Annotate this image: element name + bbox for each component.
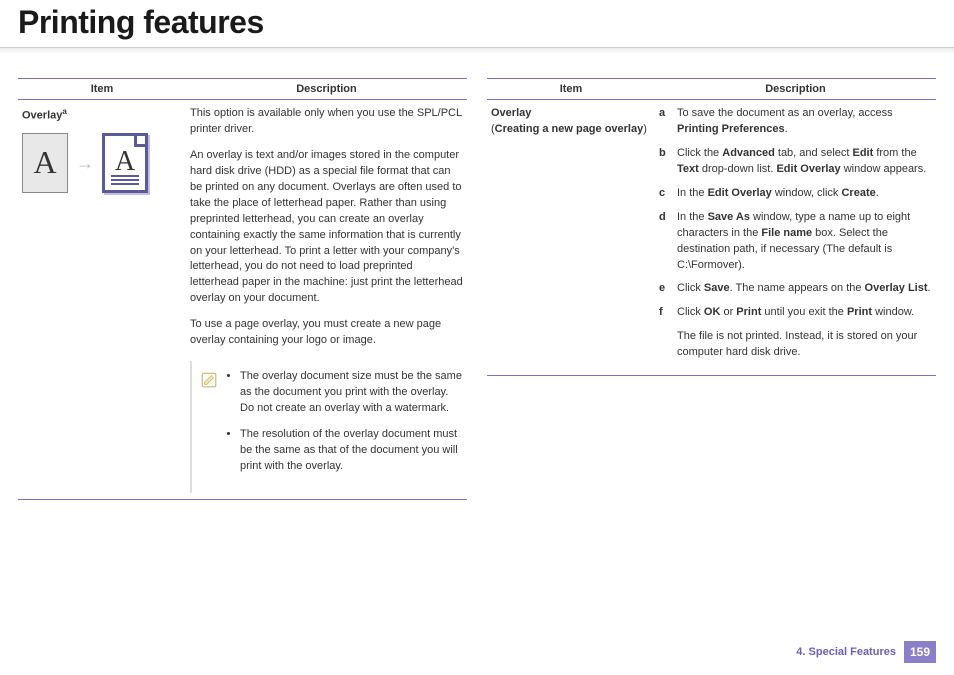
item-cell-overlay: Overlaya A → A — [18, 100, 186, 500]
letter-a: A — [33, 139, 56, 185]
desc-cell: This option is available only when you u… — [186, 100, 467, 500]
col-header-item: Item — [18, 79, 186, 100]
right-table: Item Description Overlay (Creating a new… — [487, 78, 936, 376]
note-item: The resolution of the overlay document m… — [240, 427, 463, 475]
step-item: Click OK or Print until you exit the Pri… — [659, 305, 932, 321]
col-header-item: Item — [487, 79, 655, 100]
page-footer: 4. Special Features 159 — [796, 641, 936, 663]
arrow-right-icon: → — [76, 150, 94, 176]
item-label: Overlay — [22, 110, 62, 122]
step-item: Click Save. The name appears on the Over… — [659, 281, 932, 297]
item-sublabel: (Creating a new page overlay) — [491, 122, 649, 138]
footer-chapter: 4. Special Features — [796, 646, 896, 658]
left-column: Item Description Overlaya A → A — [18, 78, 467, 500]
overlay-page-doc-icon: A — [102, 133, 148, 193]
steps-list: To save the document as an overlay, acce… — [659, 106, 932, 361]
table-header-row: Item Description — [18, 79, 467, 100]
step-item: In the Edit Overlay window, click Create… — [659, 186, 932, 202]
desc-cell: To save the document as an overlay, acce… — [655, 100, 936, 376]
desc-paragraph: To use a page overlay, you must create a… — [190, 317, 463, 349]
note-box: The overlay document size must be the sa… — [190, 361, 463, 493]
col-header-desc: Description — [655, 79, 936, 100]
step-item: Click the Advanced tab, and select Edit … — [659, 146, 932, 178]
desc-paragraph: An overlay is text and/or images stored … — [190, 148, 463, 307]
col-header-desc: Description — [186, 79, 467, 100]
step-note: The file is not printed. Instead, it is … — [659, 329, 932, 361]
right-column: Item Description Overlay (Creating a new… — [487, 78, 936, 500]
item-footnote-sup: a — [62, 107, 66, 116]
footer-page-number: 159 — [904, 641, 936, 663]
left-table: Item Description Overlaya A → A — [18, 78, 467, 500]
table-row: Overlay (Creating a new page overlay) To… — [487, 100, 936, 376]
item-cell-overlay-create: Overlay (Creating a new page overlay) — [487, 100, 655, 376]
table-header-row: Item Description — [487, 79, 936, 100]
overlay-illustration: A → A — [22, 133, 180, 193]
step-item: In the Save As window, type a name up to… — [659, 210, 932, 274]
overlay-page-plain-icon: A — [22, 133, 68, 193]
note-item: The overlay document size must be the sa… — [240, 369, 463, 417]
desc-paragraph: This option is available only when you u… — [190, 106, 463, 138]
note-list: The overlay document size must be the sa… — [224, 369, 463, 485]
page-title: Printing features — [0, 0, 954, 48]
item-label: Overlay — [491, 106, 649, 122]
content-columns: Item Description Overlaya A → A — [0, 54, 954, 500]
note-icon — [200, 371, 218, 389]
step-item: To save the document as an overlay, acce… — [659, 106, 932, 138]
table-row: Overlaya A → A This option is available … — [18, 100, 467, 500]
